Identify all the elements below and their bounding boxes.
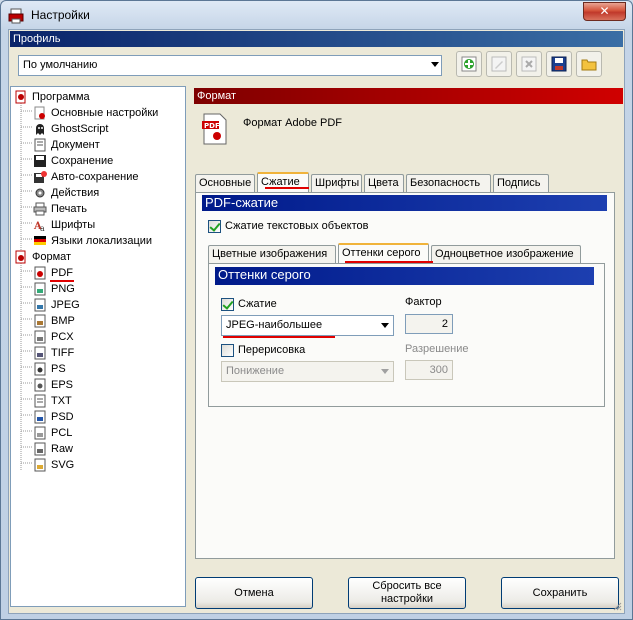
program-icon	[15, 90, 26, 104]
rename-profile-button[interactable]	[486, 51, 512, 77]
title-bar[interactable]: Настройки ✕	[1, 1, 632, 29]
reset-button-label: Сбросить все настройки	[372, 580, 442, 605]
compression-method-value: JPEG-наибольшее	[226, 319, 323, 331]
resample-checkbox[interactable]	[221, 344, 234, 357]
ghost-icon	[36, 124, 44, 135]
grayscale-compress-checkbox[interactable]	[221, 298, 234, 311]
pcx-file-icon	[34, 330, 46, 344]
tab-signature[interactable]: Подпись	[493, 174, 549, 192]
jpeg-file-icon	[34, 298, 46, 312]
tab-general[interactable]: Основные	[195, 174, 255, 192]
window-title: Настройки	[31, 8, 90, 22]
close-button[interactable]: ✕	[583, 2, 626, 21]
app-printer-icon	[8, 8, 24, 24]
dialog-body: Профиль По умолчанию Программа Основные …	[8, 29, 625, 614]
grayscale-panel: Оттенки серого Сжатие Фактор JPEG-наибол…	[208, 263, 605, 407]
png-file-icon	[34, 282, 46, 296]
settings-window: Настройки ✕ Профиль По умолчанию Програм…	[0, 0, 633, 620]
compression-method-dropdown[interactable]: JPEG-наибольшее	[221, 315, 394, 336]
tab-colors[interactable]: Цвета	[364, 174, 404, 192]
cancel-button-label: Отмена	[234, 586, 274, 599]
save-button[interactable]: Сохранить	[501, 577, 619, 609]
printer-settings-icon	[34, 106, 45, 120]
tab-fonts[interactable]: Шрифты	[311, 174, 362, 192]
resample-method-dropdown[interactable]: Понижение	[221, 361, 394, 382]
delete-profile-button[interactable]	[516, 51, 542, 77]
printer-icon	[33, 202, 47, 216]
format-title: Формат Adobe PDF	[243, 117, 342, 129]
compress-text-checkbox[interactable]	[208, 220, 221, 233]
eps-file-icon	[34, 378, 46, 392]
chevron-down-icon	[431, 62, 439, 67]
save-button-label: Сохранить	[532, 586, 588, 599]
profile-section-header: Профиль	[10, 31, 623, 47]
svg-text:PDF: PDF	[204, 122, 220, 130]
delete-disabled-icon	[521, 56, 537, 72]
chevron-down-icon	[381, 369, 389, 374]
grayscale-group-header: Оттенки серого	[215, 267, 594, 285]
flag-icon	[34, 236, 46, 245]
cancel-button[interactable]: Отмена	[195, 577, 313, 609]
pcl-file-icon	[34, 426, 46, 440]
profile-dropdown[interactable]: По умолчанию	[18, 55, 442, 76]
pdf-compression-header: PDF-сжатие	[202, 195, 607, 211]
grayscale-compress-label: Сжатие	[238, 298, 277, 310]
save-profile-button[interactable]	[546, 51, 572, 77]
tiff-file-icon	[34, 346, 46, 360]
format-section-header: Формат	[194, 88, 623, 104]
resolution-label: Разрешение	[405, 343, 469, 355]
svg-file-icon	[34, 458, 46, 472]
txt-file-icon	[34, 394, 46, 408]
pdf-file-icon	[34, 266, 46, 280]
subtab-monochrome[interactable]: Одноцветное изображение	[431, 245, 581, 263]
compression-tab-underline	[265, 187, 309, 189]
profile-dropdown-value: По умолчанию	[23, 59, 98, 71]
factor-label: Фактор	[405, 296, 442, 308]
format-icon	[15, 250, 26, 264]
document-icon	[34, 138, 46, 152]
subtab-color-images[interactable]: Цветные изображения	[208, 245, 336, 263]
tab-security[interactable]: Безопасность	[406, 174, 491, 192]
reset-settings-button[interactable]: Сбросить все настройки	[348, 577, 466, 609]
resize-grip-icon[interactable]	[612, 601, 622, 611]
raw-file-icon	[34, 442, 46, 456]
add-profile-button[interactable]	[456, 51, 482, 77]
floppy-disk-icon	[34, 155, 46, 167]
plus-green-icon	[461, 56, 477, 72]
bmp-file-icon	[34, 314, 46, 328]
chevron-down-icon	[381, 323, 389, 328]
factor-input[interactable]: 2	[405, 314, 453, 334]
resolution-input[interactable]: 300	[405, 360, 453, 380]
folder-icon	[581, 59, 597, 71]
resample-method-value: Понижение	[226, 365, 285, 377]
compress-text-label: Сжатие текстовых объектов	[225, 220, 369, 232]
floppy-disk-icon	[551, 56, 567, 72]
method-highlight-underline	[223, 336, 335, 338]
pdf-document-icon: PDF	[202, 113, 227, 145]
fonts-icon: Aa	[33, 221, 45, 232]
actions-gear-icon	[35, 188, 45, 198]
psd-file-icon	[34, 410, 46, 424]
rename-disabled-icon	[491, 56, 507, 72]
ps-file-icon	[34, 362, 46, 376]
autosave-icon	[34, 171, 47, 183]
svg-text:a: a	[40, 224, 45, 232]
format-tabs: Основные Сжатие Шрифты Цвета Безопасност…	[195, 172, 615, 193]
compression-tab-panel: PDF-сжатие Сжатие текстовых объектов Цве…	[195, 192, 615, 559]
tab-compression[interactable]: Сжатие	[257, 172, 309, 193]
resample-label: Перерисовка	[238, 344, 306, 356]
open-profile-button[interactable]	[576, 51, 602, 77]
settings-tree[interactable]: Программа Основные настройки GhostScript…	[10, 86, 186, 607]
